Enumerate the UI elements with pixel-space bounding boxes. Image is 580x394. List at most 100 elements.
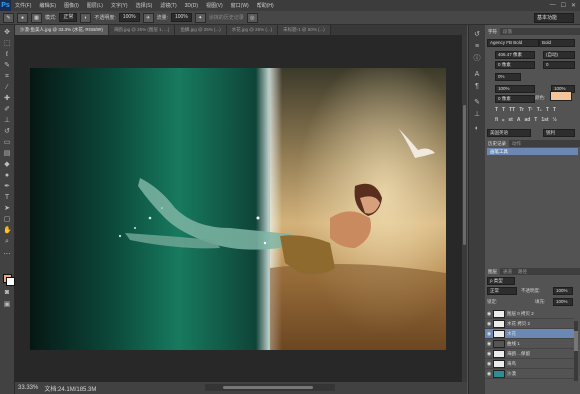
- vertical-scroll-thumb[interactable]: [463, 105, 466, 245]
- titling-button[interactable]: T: [534, 117, 537, 123]
- tab-character[interactable]: 字符: [485, 28, 500, 35]
- layer-row[interactable]: ◉ 曲线 1: [485, 339, 574, 349]
- all-caps-button[interactable]: TT: [509, 107, 515, 113]
- marquee-tool-icon[interactable]: ⬚: [3, 40, 11, 48]
- horizontal-scale-field[interactable]: 100%: [495, 85, 535, 93]
- menu-help[interactable]: 帮助(H): [253, 2, 278, 9]
- tab-document-4[interactable]: 水花.jpg @ 25% (...): [226, 25, 279, 35]
- visibility-eye-icon[interactable]: ◉: [485, 341, 493, 347]
- brush-panel-icon[interactable]: ▦: [31, 12, 42, 23]
- blur-tool-icon[interactable]: ◆: [3, 161, 11, 169]
- menu-3d[interactable]: 3D(D): [181, 3, 202, 9]
- pen-tool-icon[interactable]: ✒: [3, 183, 11, 191]
- small-caps-button[interactable]: Tr: [519, 107, 524, 113]
- crop-tool-icon[interactable]: ⌗: [3, 73, 11, 81]
- text-color-swatch[interactable]: [550, 91, 572, 101]
- pressure-size-icon[interactable]: ◎: [246, 12, 258, 23]
- workspace-select[interactable]: 基本功能: [534, 13, 574, 23]
- tab-actions[interactable]: 动作: [509, 140, 524, 147]
- document-image[interactable]: [30, 68, 446, 350]
- info-panel-icon[interactable]: ⓘ: [473, 55, 481, 63]
- flow-field[interactable]: 100%: [170, 13, 192, 22]
- faux-bold-button[interactable]: T: [495, 107, 498, 113]
- ligature-button[interactable]: fi: [495, 117, 498, 123]
- tab-channels[interactable]: 通道: [500, 268, 515, 275]
- brush-size-icon[interactable]: ●: [17, 12, 28, 23]
- shape-tool-icon[interactable]: ▢: [3, 216, 11, 224]
- font-family-select[interactable]: Agency FB Bold: [487, 39, 539, 47]
- menu-select[interactable]: 选择(S): [132, 2, 157, 9]
- menu-layer[interactable]: 图层(L): [83, 2, 107, 9]
- eraser-tool-icon[interactable]: ▭: [3, 139, 11, 147]
- tab-paragraph[interactable]: 段落: [500, 28, 515, 35]
- tracking-field[interactable]: 0: [543, 61, 575, 69]
- maximize-button[interactable]: ☐: [561, 2, 566, 9]
- history-panel-icon[interactable]: ↺: [473, 31, 481, 39]
- visibility-eye-icon[interactable]: ◉: [485, 311, 493, 317]
- layer-row[interactable]: ◉ 海鸥 ...保留: [485, 349, 574, 359]
- opacity-field[interactable]: 100%: [118, 13, 140, 22]
- underline-button[interactable]: T: [546, 107, 549, 113]
- adjustments-icon[interactable]: ◐: [473, 125, 481, 133]
- kerning-field[interactable]: 0 像素: [495, 61, 535, 69]
- zoom-tool-icon[interactable]: ⌕: [3, 238, 11, 246]
- menu-edit[interactable]: 编辑(E): [35, 2, 60, 9]
- menu-type[interactable]: 文字(Y): [107, 2, 132, 9]
- visibility-eye-icon[interactable]: ◉: [485, 351, 493, 357]
- properties-panel-icon[interactable]: ≡: [473, 43, 481, 51]
- lasso-tool-icon[interactable]: ℓ: [3, 51, 11, 59]
- layer-row[interactable]: ◉ 沙漠: [485, 369, 574, 379]
- airbrush-toggle-icon[interactable]: ✦: [194, 12, 206, 23]
- antialias-method-select[interactable]: 锐利: [543, 129, 575, 137]
- tab-document-1[interactable]: 沙漠-鱼美人.jpg @ 33.3% (水花, RGB/8#): [15, 25, 109, 35]
- layer-row[interactable]: ◉ 海鸟: [485, 359, 574, 369]
- hand-tool-icon[interactable]: ✋: [3, 227, 12, 235]
- horizontal-scrollbar[interactable]: [205, 384, 335, 391]
- vertical-scale-field[interactable]: 0%: [495, 73, 521, 81]
- tab-document-3[interactable]: 鱼鳞.jpg @ 25% (...): [175, 25, 227, 35]
- close-button[interactable]: ✕: [571, 2, 576, 9]
- layer-row[interactable]: ◉ 水花 拷贝 2: [485, 319, 574, 329]
- blend-mode-select[interactable]: 正常: [487, 287, 517, 295]
- history-item[interactable]: 画笔工具: [487, 148, 578, 155]
- airbrush-icon[interactable]: ✈: [142, 12, 154, 23]
- baseline-shift-field[interactable]: 0 像素: [495, 95, 535, 103]
- layer-row[interactable]: ◉ 水花: [485, 329, 574, 339]
- tool-preset-icon[interactable]: ✎: [3, 12, 14, 23]
- faux-italic-button[interactable]: T: [502, 107, 505, 113]
- clone-source-icon[interactable]: ⊥: [473, 111, 481, 119]
- language-select[interactable]: 美国英语: [487, 129, 531, 137]
- character-panel-icon[interactable]: A: [473, 71, 481, 79]
- history-brush-tool-icon[interactable]: ↺: [3, 128, 11, 136]
- old-style-button[interactable]: ℴ: [502, 117, 504, 123]
- menu-image[interactable]: 图像(I): [60, 2, 83, 9]
- fill-field[interactable]: 100%: [553, 298, 573, 306]
- tab-history[interactable]: 历史记录: [485, 140, 509, 147]
- tab-paths[interactable]: 路径: [515, 268, 530, 275]
- screen-mode-icon[interactable]: ▣: [3, 301, 11, 309]
- visibility-eye-icon[interactable]: ◉: [485, 361, 493, 367]
- visibility-eye-icon[interactable]: ◉: [485, 371, 493, 377]
- tab-document-5[interactable]: 未标题-1 @ 50% (...): [278, 25, 331, 35]
- tab-layers[interactable]: 图层: [485, 268, 500, 275]
- superscript-button[interactable]: T¹: [528, 107, 533, 113]
- zoom-readout[interactable]: 33.33%: [18, 385, 38, 391]
- layer-opacity-field[interactable]: 100%: [553, 287, 573, 295]
- clone-stamp-tool-icon[interactable]: ⊥: [3, 117, 11, 125]
- menu-window[interactable]: 窗口(W): [227, 2, 253, 9]
- font-size-field[interactable]: 406.47 像素: [495, 51, 535, 59]
- type-tool-icon[interactable]: T: [3, 194, 11, 202]
- menu-filter[interactable]: 滤镜(T): [156, 2, 180, 9]
- history-checkbox-label[interactable]: 涂抹的历史记录: [209, 14, 244, 21]
- menu-view[interactable]: 视图(V): [202, 2, 227, 9]
- swash-button[interactable]: A: [517, 117, 521, 123]
- paragraph-panel-icon[interactable]: ¶: [473, 83, 481, 91]
- canvas-area[interactable]: [15, 35, 462, 382]
- layer-filter-select[interactable]: ρ 类型: [487, 277, 515, 285]
- background-color-swatch[interactable]: [6, 277, 15, 286]
- brush-tool-icon[interactable]: ✐: [3, 106, 11, 114]
- horizontal-scroll-thumb[interactable]: [223, 386, 313, 389]
- gradient-tool-icon[interactable]: ▤: [3, 150, 11, 158]
- layers-scrollbar[interactable]: [574, 321, 578, 381]
- vertical-scrollbar[interactable]: [462, 35, 467, 382]
